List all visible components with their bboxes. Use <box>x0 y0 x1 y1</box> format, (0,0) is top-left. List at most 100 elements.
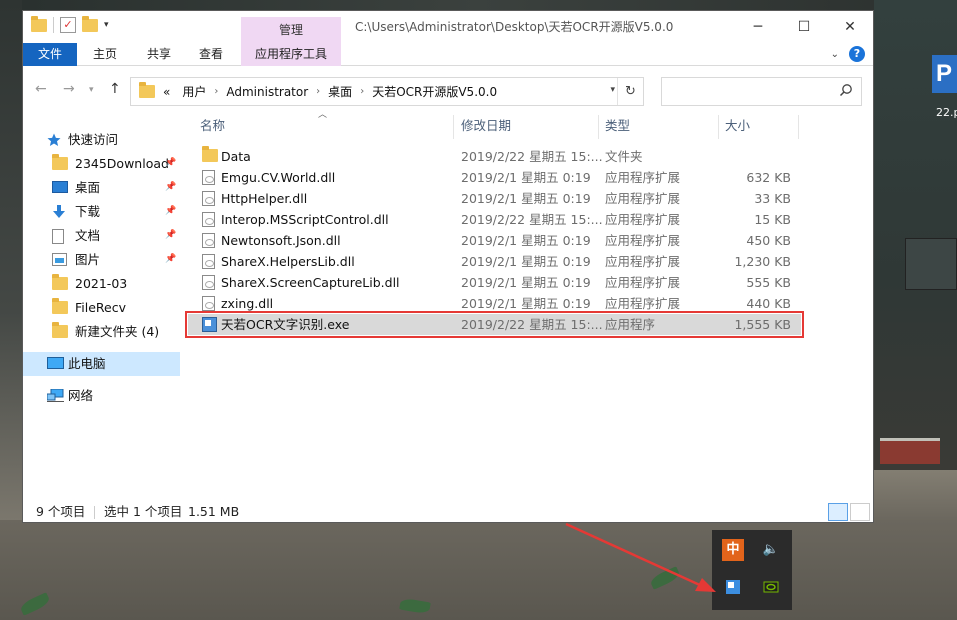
table-row[interactable]: Newtonsoft.Json.dll 2019/2/1 星期五 0:19 应用… <box>188 230 801 251</box>
sidebar-item-documents[interactable]: 文档 📌 <box>23 224 180 248</box>
address-history-chevron-icon[interactable]: ▾ <box>610 85 615 95</box>
sidebar-item-network[interactable]: 网络 <box>23 384 180 408</box>
dll-icon <box>202 233 215 248</box>
file-type: 应用程序扩展 <box>605 275 681 290</box>
breadcrumb-overflow[interactable]: « <box>163 85 176 99</box>
table-row[interactable]: ShareX.HelpersLib.dll 2019/2/1 星期五 0:19 … <box>188 251 801 272</box>
folder-icon <box>52 298 68 314</box>
sidebar-item-filerecv[interactable]: FileRecv <box>23 296 180 320</box>
expand-ribbon-chevron-icon[interactable]: ⌄ <box>831 49 839 60</box>
selection-count: 选中 1 个项目 <box>104 504 183 519</box>
sidebar-item-2021-03[interactable]: 2021-03 <box>23 272 180 296</box>
pin-icon[interactable]: 📌 <box>165 206 176 216</box>
column-header-type[interactable]: 类型 <box>605 111 630 141</box>
column-divider[interactable] <box>598 115 599 139</box>
table-row[interactable]: Emgu.CV.World.dll 2019/2/1 星期五 0:19 应用程序… <box>188 167 801 188</box>
folder-icon[interactable] <box>31 15 47 32</box>
breadcrumb-desktop[interactable]: 桌面 <box>322 83 358 100</box>
help-icon[interactable]: ? <box>849 46 865 62</box>
folder-icon <box>52 154 68 170</box>
table-row-selected[interactable]: 天若OCR文字识别.exe 2019/2/22 星期五 15:... 应用程序 … <box>185 311 804 338</box>
forward-arrow-icon[interactable]: → <box>63 81 75 97</box>
column-divider[interactable] <box>453 115 454 139</box>
chevron-down-icon[interactable]: ▾ <box>104 20 109 30</box>
sidebar-item-label: 下载 <box>75 204 101 219</box>
address-bar[interactable]: « 用户 › Administrator › 桌面 › 天若OCR开源版V5.0… <box>130 77 644 106</box>
column-header-name[interactable]: 名称 <box>200 111 225 141</box>
sidebar-item-pictures[interactable]: 图片 📌 <box>23 248 180 272</box>
tab-file[interactable]: 文件 <box>23 43 77 66</box>
manage-context-tab[interactable]: 管理 <box>241 17 341 43</box>
nvidia-icon[interactable] <box>760 579 782 601</box>
pin-icon[interactable]: 📌 <box>165 158 176 168</box>
title-bar[interactable]: ✓ ▾ 管理 C:\Users\Administrator\Desktop\天若… <box>23 11 873 43</box>
search-icon[interactable] <box>839 83 853 97</box>
minimize-button[interactable]: ─ <box>735 11 781 43</box>
file-name: HttpHelper.dll <box>221 191 308 206</box>
sidebar-item-quick-access[interactable]: 快速访问 <box>23 128 180 152</box>
speaker-icon[interactable]: 🔈 <box>760 539 782 561</box>
sidebar-item-new-folder-4[interactable]: 新建文件夹 (4) <box>23 320 180 344</box>
table-row[interactable]: Data 2019/2/22 星期五 15:... 文件夹 <box>188 146 801 167</box>
network-icon <box>47 389 64 402</box>
chevron-right-icon[interactable]: › <box>358 86 366 97</box>
refresh-icon[interactable]: ↻ <box>617 78 643 105</box>
file-size: 555 KB <box>746 275 791 290</box>
file-date: 2019/2/22 星期五 15:... <box>461 149 603 164</box>
folder-icon <box>52 322 68 338</box>
toolbar-divider <box>53 17 54 33</box>
breadcrumb-current-folder[interactable]: 天若OCR开源版V5.0.0 <box>366 83 503 100</box>
file-name: Emgu.CV.World.dll <box>221 170 336 185</box>
table-row[interactable]: zxing.dll 2019/2/1 星期五 0:19 应用程序扩展 440 K… <box>188 293 801 314</box>
column-header-date[interactable]: 修改日期 <box>461 111 511 141</box>
ime-chinese-icon[interactable]: 中 <box>722 539 744 561</box>
ribbon-tabs: 文件 主页 共享 查看 应用程序工具 ⌄ ? <box>23 43 873 66</box>
breadcrumb-administrator[interactable]: Administrator <box>220 85 314 99</box>
sidebar-item-2345download[interactable]: 2345Download 📌 <box>23 152 180 176</box>
pin-icon[interactable]: 📌 <box>165 182 176 192</box>
tab-view[interactable]: 查看 <box>187 43 235 66</box>
explorer-window: ✓ ▾ 管理 C:\Users\Administrator\Desktop\天若… <box>22 10 874 523</box>
pin-icon[interactable]: 📌 <box>165 230 176 240</box>
new-folder-icon[interactable] <box>82 15 98 32</box>
search-input[interactable] <box>661 77 862 106</box>
file-size: 632 KB <box>746 170 791 185</box>
file-name: Newtonsoft.Json.dll <box>221 233 341 248</box>
desktop-ppt-icon[interactable]: P <box>932 55 957 93</box>
file-type: 应用程序扩展 <box>605 191 681 206</box>
exe-icon <box>202 317 217 332</box>
table-row[interactable]: ShareX.ScreenCaptureLib.dll 2019/2/1 星期五… <box>188 272 801 293</box>
tab-home[interactable]: 主页 <box>81 43 129 66</box>
column-header-size[interactable]: 大小 <box>725 111 750 141</box>
desktop-file-caption[interactable]: 22.p <box>936 106 957 119</box>
table-row[interactable]: HttpHelper.dll 2019/2/1 星期五 0:19 应用程序扩展 … <box>188 188 801 209</box>
chevron-right-icon[interactable]: › <box>314 86 322 97</box>
tab-application-tools[interactable]: 应用程序工具 <box>241 43 341 66</box>
properties-check-icon[interactable]: ✓ <box>60 17 76 33</box>
column-divider[interactable] <box>798 115 799 139</box>
breadcrumb-users[interactable]: 用户 <box>176 83 212 100</box>
tab-share[interactable]: 共享 <box>135 43 183 66</box>
large-icons-view-icon[interactable] <box>850 503 870 521</box>
table-row[interactable]: Interop.MSScriptControl.dll 2019/2/22 星期… <box>188 209 801 230</box>
recent-locations-chevron-icon[interactable]: ▾ <box>89 85 94 95</box>
file-size: 1,230 KB <box>734 254 791 269</box>
folder-icon <box>202 146 218 162</box>
ocr-app-tray-icon[interactable] <box>722 579 744 601</box>
sidebar-item-label: 桌面 <box>75 180 101 195</box>
file-size: 15 KB <box>754 212 791 227</box>
up-arrow-icon[interactable]: ↑ <box>109 81 121 97</box>
back-arrow-icon[interactable]: ← <box>35 81 47 97</box>
column-divider[interactable] <box>718 115 719 139</box>
sidebar-item-desktop[interactable]: 桌面 📌 <box>23 176 180 200</box>
sidebar-item-this-pc[interactable]: 此电脑 <box>23 352 180 376</box>
file-name: ShareX.HelpersLib.dll <box>221 254 355 269</box>
file-name: Data <box>221 149 251 164</box>
wallpaper-window-shape <box>905 238 957 290</box>
sidebar-item-downloads[interactable]: 下载 📌 <box>23 200 180 224</box>
details-view-icon[interactable] <box>828 503 848 521</box>
chevron-right-icon[interactable]: › <box>212 86 220 97</box>
maximize-button[interactable]: ☐ <box>781 11 827 43</box>
pin-icon[interactable]: 📌 <box>165 254 176 264</box>
close-button[interactable]: ✕ <box>827 11 873 43</box>
